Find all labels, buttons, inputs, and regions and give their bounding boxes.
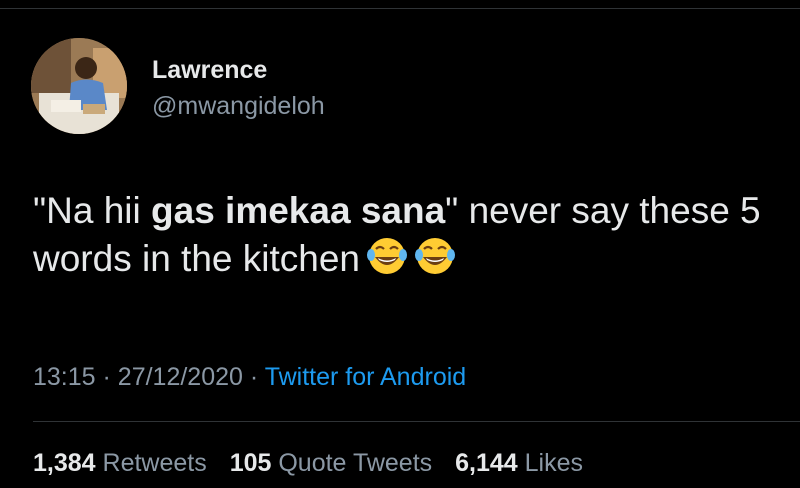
face-with-tears-of-joy-icon	[367, 237, 408, 274]
meta-separator: ·	[249, 363, 259, 391]
tweet-date[interactable]: 27/12/2020	[118, 363, 243, 391]
avatar-photo	[31, 38, 127, 134]
face-with-tears-of-joy-icon	[415, 237, 456, 274]
retweets-label: Retweets	[102, 449, 207, 477]
quote-tweets-label: Quote Tweets	[278, 449, 433, 477]
tweet-source-link[interactable]: Twitter for Android	[265, 363, 466, 391]
stats-divider	[33, 421, 800, 422]
retweets-count: 1,384	[33, 449, 96, 477]
tweet-text: "Na hii gas imekaa sana" never say these…	[33, 188, 773, 282]
avatar[interactable]	[31, 38, 127, 134]
tweet-text-bold: gas imekaa sana	[151, 190, 446, 231]
tweet-stats: 1,384 Retweets 105 Quote Tweets 6,144 Li…	[33, 449, 599, 478]
quote-tweets-stat[interactable]: 105 Quote Tweets	[230, 449, 432, 477]
meta-separator: ·	[102, 363, 111, 391]
author-handle[interactable]: @mwangideloh	[152, 92, 325, 121]
author-name[interactable]: Lawrence	[152, 56, 267, 85]
tweet-time[interactable]: 13:15	[33, 363, 96, 391]
tweet-text-before: "Na hii	[33, 190, 152, 231]
likes-stat[interactable]: 6,144 Likes	[455, 449, 583, 477]
likes-label: Likes	[524, 449, 583, 477]
top-divider	[0, 8, 800, 9]
quote-tweets-count: 105	[229, 449, 272, 477]
tweet-meta: 13:15 · 27/12/2020 · Twitter for Android	[33, 363, 466, 392]
likes-count: 6,144	[455, 449, 518, 477]
retweets-stat[interactable]: 1,384 Retweets	[33, 449, 207, 477]
